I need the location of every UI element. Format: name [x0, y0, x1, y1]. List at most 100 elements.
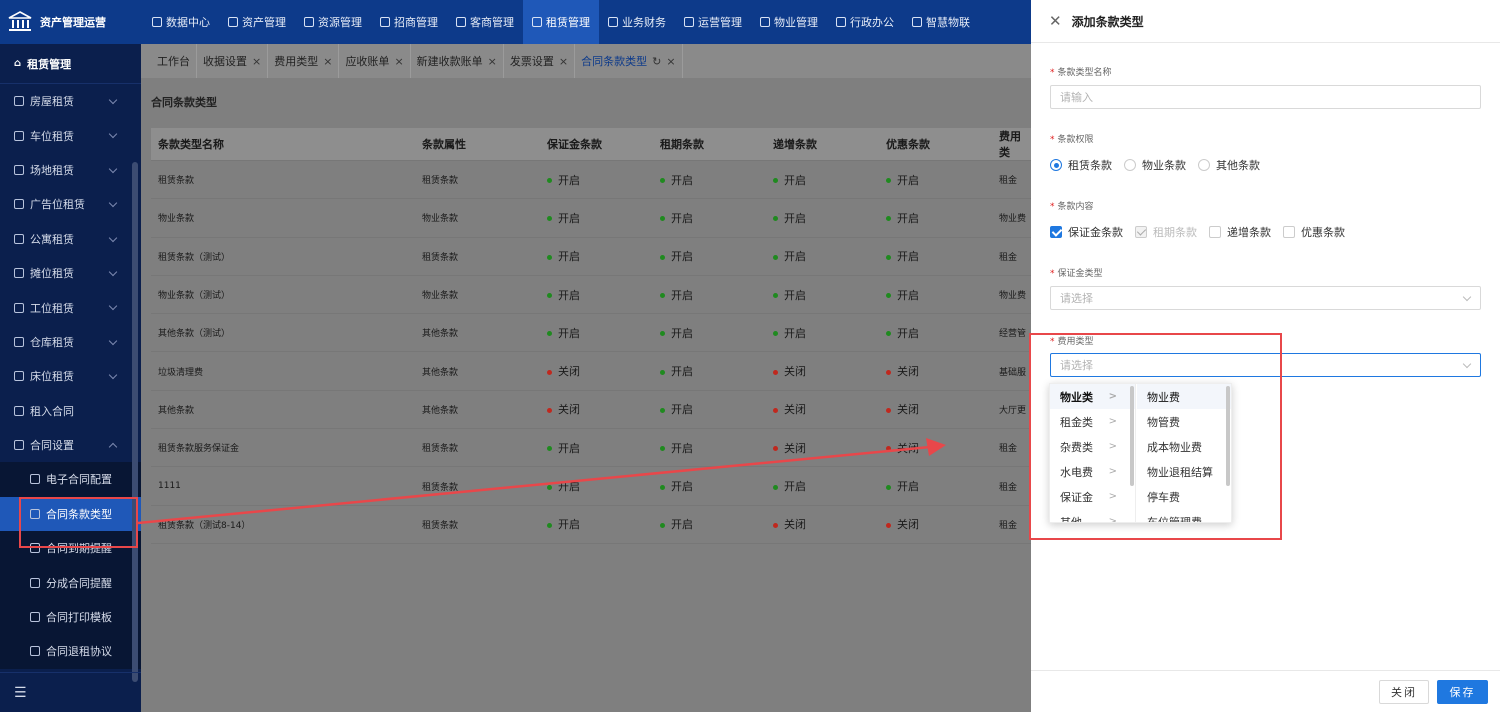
scope-radio[interactable]: 租赁条款 — [1050, 157, 1112, 173]
topnav-item[interactable]: 招商管理 — [371, 0, 447, 44]
clause-type-table: 条款类型名称 条款属性 保证金条款 租期条款 递增条款 优惠条款 费用类 租赁条款 租赁条款开… — [151, 128, 1031, 544]
app-title: 资产管理运营 — [40, 16, 106, 29]
table-row[interactable]: 1111 租赁条款 开启 开启 开启 开启 租金 — [151, 466, 1031, 506]
deposit-type-placeholder: 请选择 — [1060, 292, 1093, 305]
table-row[interactable]: 物业条款（测试） 物业条款 开启 开启 开启 开启 物业费 — [151, 275, 1031, 315]
clause-type-name-input[interactable]: 请输入 — [1050, 85, 1481, 109]
deposit-type-select[interactable]: 请选择 — [1050, 286, 1481, 310]
column-header[interactable]: 递增条款 — [766, 128, 879, 161]
column-header[interactable]: 费用类 — [992, 128, 1031, 161]
topnav-item[interactable]: 运营管理 — [675, 0, 751, 44]
sidebar-header[interactable]: ⌂ 租赁管理 — [0, 44, 141, 84]
sidebar-subitem[interactable]: 电子合同配置 — [0, 462, 141, 497]
sidebar-item[interactable]: 仓库租赁 — [0, 325, 141, 359]
content-checkbox[interactable]: 递增条款 — [1209, 224, 1271, 240]
table-row[interactable]: 租赁条款 租赁条款 开启 开启 开启 开启 租金 — [151, 160, 1031, 200]
sidebar-subitem[interactable]: 合同打印模板 — [0, 599, 141, 635]
sidebar-item[interactable]: 车位租赁 — [0, 118, 141, 152]
tab-close-icon[interactable]: × — [666, 55, 675, 68]
sidebar-item[interactable]: 场地租赁 — [0, 153, 141, 187]
table-row[interactable]: 租赁条款（测试） 租赁条款 开启 开启 开启 开启 租金 — [151, 237, 1031, 276]
sidebar-item[interactable]: 广告位租赁 — [0, 187, 141, 221]
table-row[interactable]: 租赁条款（测试8-14） 租赁条款 开启 开启 关闭 关闭 租金 — [151, 505, 1031, 544]
menu-item-icon — [14, 96, 24, 107]
sidebar-item-label: 摊位租赁 — [30, 267, 74, 281]
tab[interactable]: 应收账单 × — [339, 44, 411, 78]
topnav-item[interactable]: 客商管理 — [447, 0, 523, 44]
topnav-label: 资产管理 — [242, 16, 286, 29]
sidebar-item[interactable]: 床位租赁 — [0, 359, 141, 393]
sidebar-item[interactable]: 工位租赁 — [0, 290, 141, 324]
column-header[interactable]: 优惠条款 — [879, 128, 992, 161]
tab[interactable]: 合同条款类型 ↻ × — [575, 44, 683, 78]
tab-close-icon[interactable]: × — [394, 55, 403, 68]
topnav-item[interactable]: 资产管理 — [219, 0, 295, 44]
close-button[interactable]: 关闭 — [1379, 680, 1429, 704]
sidebar-subitem[interactable]: 分成合同提醒 — [0, 565, 141, 600]
sidebar-item[interactable]: 房屋租赁 — [0, 84, 141, 118]
radio-label: 租赁条款 — [1068, 159, 1112, 172]
tab[interactable]: 费用类型 × — [268, 44, 340, 78]
column-header[interactable]: 条款属性 — [415, 128, 540, 161]
sidebar-item[interactable]: 公寓租赁 — [0, 222, 141, 256]
table-cell: 关闭 — [540, 390, 653, 430]
sidebar-item[interactable]: 摊位租赁 — [0, 256, 141, 290]
table-row[interactable]: 租赁条款服务保证金 租赁条款 开启 开启 关闭 关闭 租金 — [151, 428, 1031, 468]
table-cell: 关闭 — [766, 390, 879, 430]
topnav-label: 资源管理 — [318, 16, 362, 29]
table-row[interactable]: 其他条款 其他条款 关闭 开启 关闭 关闭 大厅更 — [151, 390, 1031, 430]
topnav-item[interactable]: 数据中心 — [143, 0, 219, 44]
sidebar-subitem-label: 合同退租协议 — [46, 645, 112, 659]
sidebar-item-label: 公寓租赁 — [30, 232, 74, 246]
topnav-item[interactable]: 租赁管理 — [523, 0, 599, 44]
status-label: 开启 — [671, 250, 693, 264]
sidebar-subitem-label: 电子合同配置 — [46, 473, 112, 487]
status-dot — [886, 293, 891, 299]
refresh-icon[interactable]: ↻ — [652, 55, 661, 68]
content-checkbox[interactable]: 保证金条款 — [1050, 224, 1123, 240]
column-header[interactable]: 保证金条款 — [540, 128, 653, 161]
table-row[interactable]: 其他条款（测试） 其他条款 开启 开启 开启 开启 经营管 — [151, 313, 1031, 353]
tab-close-icon[interactable]: × — [559, 55, 568, 68]
app-logo[interactable]: 资产管理运营 — [8, 0, 138, 44]
column-header[interactable]: 租期条款 — [653, 128, 766, 161]
tab-close-icon[interactable]: × — [488, 55, 497, 68]
table-row[interactable]: 垃圾清理费 其他条款 关闭 开启 关闭 关闭 基础服 — [151, 351, 1031, 391]
tab[interactable]: 新建收款账单 × — [411, 44, 504, 78]
status-label: 开启 — [897, 173, 919, 187]
topnav-label: 客商管理 — [470, 16, 514, 29]
radio-label: 其他条款 — [1216, 159, 1260, 172]
topnav-item[interactable]: 行政办公 — [827, 0, 903, 44]
tab-close-icon[interactable]: × — [252, 55, 261, 68]
scope-radio[interactable]: 其他条款 — [1198, 157, 1260, 173]
tab[interactable]: 发票设置 × — [504, 44, 576, 78]
topnav-item[interactable]: 业务财务 — [599, 0, 675, 44]
table-cell: 关闭 — [766, 351, 879, 391]
topnav-item[interactable]: 资源管理 — [295, 0, 371, 44]
scope-radio[interactable]: 物业条款 — [1124, 157, 1186, 173]
sidebar-item[interactable]: 租入合同 — [0, 394, 141, 428]
tab-label: 工作台 — [157, 55, 190, 68]
status-dot — [773, 216, 778, 222]
radio-label: 物业条款 — [1142, 159, 1186, 172]
save-button[interactable]: 保存 — [1437, 680, 1488, 704]
table-body: 租赁条款 租赁条款 开启 开启 开启 开启 租金 物业条款 物业条款 开启 开启 开启 开启 物业费 租赁条… — [151, 160, 1031, 544]
column-header[interactable]: 条款类型名称 — [151, 128, 415, 161]
status-label: 开启 — [671, 326, 693, 340]
menu-item-icon — [14, 130, 24, 141]
topnav-item[interactable]: 物业管理 — [751, 0, 827, 44]
table-cell: 其他条款 — [415, 390, 540, 430]
close-icon[interactable]: ✕ — [1049, 12, 1062, 30]
content-checkbox[interactable]: 优惠条款 — [1283, 224, 1345, 240]
sidebar-scrollbar[interactable] — [132, 162, 138, 682]
tab[interactable]: 工作台 — [151, 44, 197, 78]
tab[interactable]: 收据设置 × — [197, 44, 269, 78]
status-label: 关闭 — [784, 441, 806, 455]
collapse-menu-button[interactable]: ☰ — [0, 672, 141, 712]
sidebar-subitem[interactable]: 合同退租协议 — [0, 634, 141, 669]
tab-close-icon[interactable]: × — [323, 55, 332, 68]
topnav-item[interactable]: 智慧物联 — [903, 0, 979, 44]
status-dot — [773, 484, 778, 490]
table-row[interactable]: 物业条款 物业条款 开启 开启 开启 开启 物业费 — [151, 198, 1031, 238]
sidebar-item[interactable]: 合同设置 — [0, 428, 141, 462]
